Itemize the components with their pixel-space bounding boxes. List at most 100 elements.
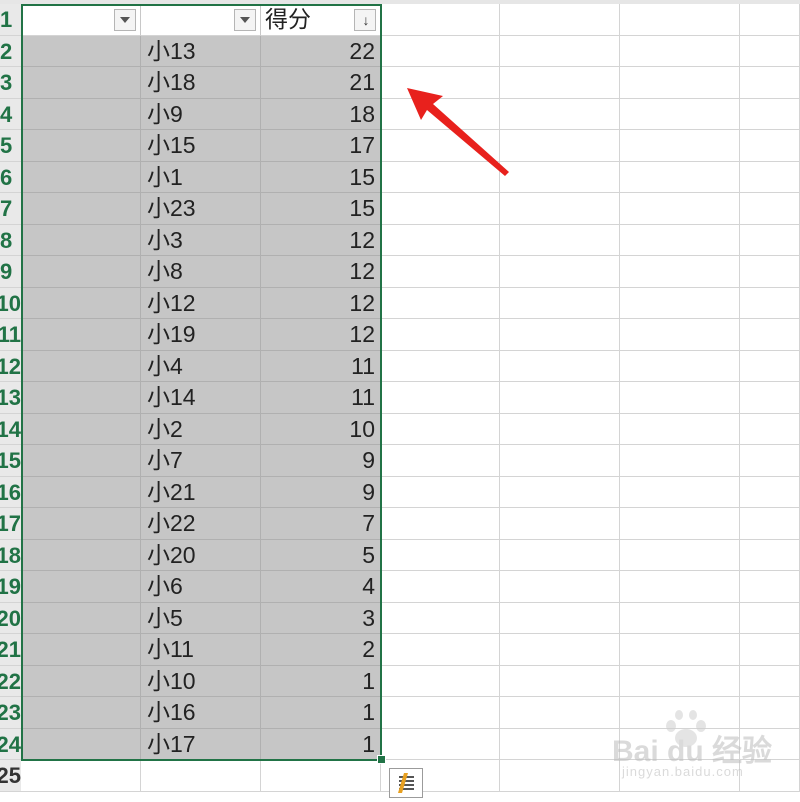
empty-cell[interactable] (500, 67, 620, 99)
empty-cell[interactable] (740, 4, 800, 36)
empty-cell[interactable] (500, 413, 620, 445)
empty-cell[interactable] (381, 35, 500, 67)
empty-cell[interactable] (740, 130, 800, 162)
empty-cell[interactable] (620, 98, 740, 130)
header-cell-score[interactable]: 得分 ↓ (261, 4, 381, 36)
empty-cell[interactable] (620, 256, 740, 288)
empty-cell[interactable] (500, 224, 620, 256)
table-cell-a[interactable] (21, 224, 141, 256)
row-header[interactable]: 12 (0, 350, 21, 382)
empty-cell[interactable] (620, 445, 740, 477)
empty-cell[interactable] (500, 728, 620, 760)
empty-cell[interactable] (740, 602, 800, 634)
empty-cell[interactable] (500, 697, 620, 729)
name-cell[interactable]: 小16 (141, 697, 261, 729)
empty-cell[interactable] (381, 193, 500, 225)
empty-cell[interactable] (381, 382, 500, 414)
filter-dropdown-icon[interactable] (234, 9, 256, 31)
score-cell[interactable]: 22 (261, 35, 381, 67)
name-cell[interactable]: 小17 (141, 728, 261, 760)
table-cell-a[interactable] (21, 476, 141, 508)
name-cell[interactable]: 小13 (141, 35, 261, 67)
table-cell-a[interactable] (21, 571, 141, 603)
table-cell-a[interactable] (21, 350, 141, 382)
empty-cell[interactable] (740, 287, 800, 319)
name-cell[interactable]: 小20 (141, 539, 261, 571)
empty-cell[interactable] (620, 476, 740, 508)
empty-cell[interactable] (740, 445, 800, 477)
empty-cell[interactable] (500, 350, 620, 382)
row-header[interactable]: 10 (0, 287, 21, 319)
row-header[interactable]: 21 (0, 634, 21, 666)
score-cell[interactable]: 12 (261, 224, 381, 256)
score-cell[interactable]: 2 (261, 634, 381, 666)
empty-cell[interactable] (141, 760, 261, 792)
score-cell[interactable]: 21 (261, 67, 381, 99)
row-header[interactable]: 13 (0, 382, 21, 414)
empty-cell[interactable] (740, 697, 800, 729)
empty-cell[interactable] (740, 634, 800, 666)
quick-analysis-button[interactable] (389, 768, 423, 798)
empty-cell[interactable] (381, 445, 500, 477)
header-cell-a[interactable] (21, 4, 141, 36)
table-cell-a[interactable] (21, 665, 141, 697)
score-cell[interactable]: 15 (261, 161, 381, 193)
name-cell[interactable]: 小5 (141, 602, 261, 634)
empty-cell[interactable] (740, 193, 800, 225)
score-cell[interactable]: 11 (261, 382, 381, 414)
row-header[interactable]: 9 (0, 256, 21, 288)
score-cell[interactable]: 18 (261, 98, 381, 130)
table-cell-a[interactable] (21, 161, 141, 193)
empty-cell[interactable] (740, 413, 800, 445)
empty-cell[interactable] (500, 130, 620, 162)
table-cell-a[interactable] (21, 634, 141, 666)
row-header[interactable]: 17 (0, 508, 21, 540)
empty-cell[interactable] (740, 35, 800, 67)
empty-cell[interactable] (620, 634, 740, 666)
name-cell[interactable]: 小4 (141, 350, 261, 382)
score-cell[interactable]: 1 (261, 665, 381, 697)
empty-cell[interactable] (500, 319, 620, 351)
empty-cell[interactable] (620, 350, 740, 382)
name-cell[interactable]: 小3 (141, 224, 261, 256)
empty-cell[interactable] (21, 760, 141, 792)
table-cell-a[interactable] (21, 193, 141, 225)
empty-cell[interactable] (620, 193, 740, 225)
header-cell-b[interactable] (141, 4, 261, 36)
empty-cell[interactable] (381, 4, 500, 36)
table-cell-a[interactable] (21, 256, 141, 288)
row-header[interactable]: 23 (0, 697, 21, 729)
name-cell[interactable]: 小14 (141, 382, 261, 414)
empty-cell[interactable] (620, 571, 740, 603)
empty-cell[interactable] (740, 508, 800, 540)
empty-cell[interactable] (500, 4, 620, 36)
empty-cell[interactable] (381, 634, 500, 666)
score-cell[interactable]: 17 (261, 130, 381, 162)
name-cell[interactable]: 小10 (141, 665, 261, 697)
score-cell[interactable]: 12 (261, 256, 381, 288)
row-header[interactable]: 22 (0, 665, 21, 697)
empty-cell[interactable] (500, 508, 620, 540)
empty-cell[interactable] (620, 287, 740, 319)
row-header[interactable]: 4 (0, 98, 21, 130)
name-cell[interactable]: 小7 (141, 445, 261, 477)
row-header[interactable]: 3 (0, 67, 21, 99)
name-cell[interactable]: 小6 (141, 571, 261, 603)
row-header[interactable]: 15 (0, 445, 21, 477)
score-cell[interactable]: 1 (261, 728, 381, 760)
empty-cell[interactable] (740, 256, 800, 288)
empty-cell[interactable] (740, 161, 800, 193)
name-cell[interactable]: 小22 (141, 508, 261, 540)
empty-cell[interactable] (381, 697, 500, 729)
empty-cell[interactable] (500, 539, 620, 571)
empty-cell[interactable] (620, 602, 740, 634)
filter-dropdown-icon[interactable] (114, 9, 136, 31)
sort-descending-icon[interactable]: ↓ (354, 9, 376, 31)
table-cell-a[interactable] (21, 728, 141, 760)
empty-cell[interactable] (740, 67, 800, 99)
empty-cell[interactable] (740, 98, 800, 130)
empty-cell[interactable] (500, 98, 620, 130)
empty-cell[interactable] (500, 760, 620, 792)
empty-cell[interactable] (381, 508, 500, 540)
empty-cell[interactable] (500, 634, 620, 666)
